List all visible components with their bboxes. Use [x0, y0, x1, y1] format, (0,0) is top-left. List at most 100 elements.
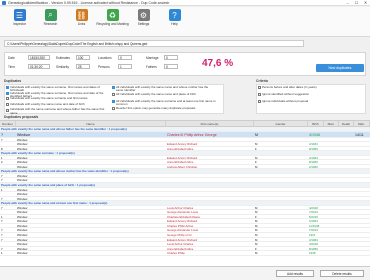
column-header[interactable]: Marr.: [324, 121, 339, 126]
table-cell: M: [255, 233, 258, 237]
ribbon-button-research[interactable]: ⌕ Research: [35, 7, 66, 35]
table-cell: [324, 210, 339, 214]
checkbox[interactable]: [112, 93, 115, 97]
criteria-option[interactable]: Individuals with the same surname and wh…: [6, 108, 110, 114]
checkbox[interactable]: [112, 107, 115, 111]
date-field[interactable]: 1815/1920: [28, 55, 50, 60]
table-row[interactable]: 1 Windsor Charles Philip M 1948: [0, 251, 370, 256]
title-bar: GenealogicalIdentification - Version 0.9…: [0, 0, 370, 6]
duplicates-grid[interactable]: Number Name First name(s) Gender Birth Marr. D…: [0, 120, 370, 266]
table-cell: M: [255, 210, 258, 214]
table-cell: [339, 224, 354, 228]
column-header[interactable]: Number: [0, 121, 16, 126]
ribbon-button-help[interactable]: ? Help: [159, 7, 190, 35]
table-cell: [324, 178, 339, 182]
table-cell: [254, 178, 308, 182]
research-icon: ⌕: [44, 9, 57, 21]
table-cell: 7: [1, 196, 3, 201]
minimize-button[interactable]: –: [343, 0, 352, 5]
table-cell: M: [255, 142, 258, 146]
table-cell: Windsor: [17, 142, 28, 146]
table-cell: Windsor: [17, 164, 28, 169]
table-cell: F: [255, 160, 257, 164]
table-cell: 4/2018: [309, 205, 318, 210]
table-cell: [166, 188, 254, 192]
column-header[interactable]: First name(s): [166, 121, 254, 126]
marriage-field[interactable]: 0: [164, 55, 178, 60]
table-cell: [324, 165, 339, 169]
new-duplicates-button[interactable]: New duplicates: [316, 64, 364, 72]
checkbox[interactable]: [6, 97, 9, 101]
table-cell: F: [255, 214, 257, 219]
time-field[interactable]: 01:30:20: [28, 64, 50, 69]
table-cell: ?: [1, 132, 3, 137]
checkbox[interactable]: [6, 103, 9, 107]
ribbon-button-recycling-and-marking[interactable]: ♻ Recycling and Marking: [96, 7, 129, 35]
checkbox[interactable]: [112, 86, 115, 90]
table-cell: Charles Philip Arthur: [167, 223, 194, 228]
criteria-option[interactable]: Ignore individuals without proposal: [258, 99, 309, 104]
table-cell: 1921: [309, 233, 316, 237]
table-cell: Windsor: [17, 155, 28, 160]
ribbon-toolbar: ☰ Inspector ⌕ Research ⛓ Links ♻ Recycling and …: [0, 7, 370, 37]
criteria-option[interactable]: Persons before and after dates (in years…: [258, 85, 317, 90]
criteria-option[interactable]: Ignore identified without suggestion: [258, 92, 309, 97]
table-cell: Louis Arthur Charles: [167, 205, 194, 210]
table-cell: Windsor: [17, 228, 28, 233]
table-cell: [254, 192, 308, 196]
column-header[interactable]: Birth: [308, 121, 324, 126]
table-cell: 1: [1, 251, 3, 255]
column-header[interactable]: Gender: [254, 121, 308, 126]
ribbon-button-settings[interactable]: ⚙ Settings: [128, 7, 159, 35]
estimates-field[interactable]: 100: [76, 55, 90, 60]
inspector-icon: ☰: [13, 9, 26, 21]
checkbox[interactable]: [6, 91, 9, 95]
maximize-button[interactable]: ☐: [352, 0, 361, 5]
delete-results-button[interactable]: Delete results: [320, 270, 364, 277]
estimates-label: Estimates: [56, 56, 70, 60]
table-cell: Anne Elizabeth Alice: [167, 160, 194, 164]
table-cell: [354, 174, 370, 178]
table-cell: [324, 197, 339, 201]
column-header[interactable]: Marr.: [354, 121, 370, 126]
close-button[interactable]: ✕: [361, 0, 370, 5]
table-cell: [324, 156, 339, 160]
table-cell: Charlotte Elizabeth Diana: [167, 214, 200, 219]
checkbox[interactable]: [258, 93, 261, 97]
ribbon-button-links[interactable]: ⛓ Links: [66, 7, 97, 35]
add-results-button[interactable]: Add results: [276, 270, 314, 277]
fathers-field[interactable]: 0: [164, 64, 178, 69]
table-cell: [324, 188, 339, 192]
table-cell: [324, 233, 339, 237]
criteria-option[interactable]: Individuals with exactly the same surnam…: [6, 96, 88, 101]
criteria-option-label: Ignore individuals without proposal: [262, 99, 309, 103]
column-header[interactable]: Death: [339, 121, 354, 126]
table-cell: 7: [1, 219, 3, 223]
table-cell: 5/2015: [309, 214, 318, 219]
table-cell: 4/1948: [309, 132, 320, 137]
persons-field[interactable]: 1: [118, 64, 132, 69]
file-path-field[interactable]: C:\Users\Philippe\Genealogy\Data\Dupes\D…: [4, 40, 304, 47]
criteria-option[interactable]: Reorder this option may generate many du…: [112, 106, 195, 111]
column-header[interactable]: Name: [16, 121, 166, 126]
similarity-field[interactable]: 25: [76, 64, 90, 69]
criteria-option[interactable]: All individuals with exactly the same na…: [112, 92, 196, 97]
checkbox[interactable]: [112, 100, 115, 104]
table-cell: [339, 174, 354, 178]
criteria-option[interactable]: Individuals with exactly the same name a…: [6, 102, 85, 107]
ribbon-button-inspector[interactable]: ☰ Inspector: [4, 7, 35, 35]
group-row-label: People with exactly the same name and pl…: [1, 183, 95, 187]
table-cell: M: [255, 223, 258, 228]
locations-field[interactable]: 0: [118, 55, 132, 60]
table-cell: [308, 188, 324, 192]
table-cell: [339, 242, 354, 246]
checkbox[interactable]: [6, 108, 9, 112]
checkbox[interactable]: [258, 86, 261, 90]
table-cell: 7: [1, 228, 3, 233]
table-cell: [324, 147, 339, 151]
table-cell: George Alexander Louis: [167, 210, 199, 214]
checkbox[interactable]: [6, 86, 9, 90]
checkbox[interactable]: [258, 100, 261, 104]
table-cell: F: [255, 146, 257, 151]
table-cell: [339, 206, 354, 210]
